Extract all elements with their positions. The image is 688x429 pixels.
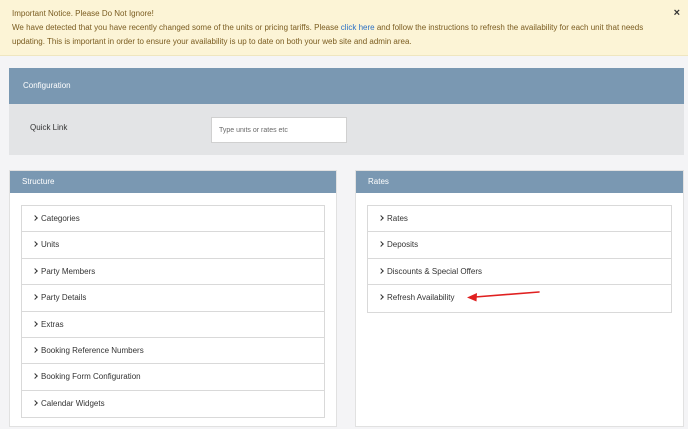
structure-item-booking-form-configuration[interactable]: Booking Form Configuration bbox=[22, 364, 324, 391]
structure-item-party-members[interactable]: Party Members bbox=[22, 258, 324, 286]
rates-header: Rates bbox=[356, 171, 683, 193]
quick-link-input[interactable] bbox=[211, 117, 347, 143]
notice-body: We have detected that you have recently … bbox=[12, 23, 643, 46]
structure-item-categories[interactable]: Categories bbox=[22, 206, 324, 233]
chevron-right-icon bbox=[378, 241, 384, 248]
notice-text-before: We have detected that you have recently … bbox=[12, 23, 341, 32]
structure-item-party-details[interactable]: Party Details bbox=[22, 285, 324, 312]
chevron-right-icon bbox=[32, 373, 38, 380]
configuration-header: Configuration bbox=[9, 68, 684, 104]
rates-item-rates[interactable]: Rates bbox=[368, 206, 671, 233]
configuration-panel: Configuration Quick Link bbox=[9, 68, 684, 155]
red-arrow-annotation bbox=[467, 291, 540, 302]
quick-link-label: Quick Link bbox=[30, 123, 68, 132]
item-label: Rates bbox=[387, 214, 408, 223]
chevron-right-icon bbox=[32, 294, 38, 301]
item-label: Refresh Availability bbox=[387, 293, 455, 303]
important-notice-banner: Important Notice. Please Do Not Ignore! … bbox=[0, 0, 688, 56]
item-label: Units bbox=[41, 240, 60, 250]
rates-item-deposits[interactable]: Deposits bbox=[368, 232, 671, 259]
chevron-right-icon bbox=[32, 241, 38, 248]
item-label: Booking Form Configuration bbox=[41, 372, 141, 382]
chevron-right-icon bbox=[32, 347, 38, 353]
click-here-link[interactable]: click here bbox=[341, 23, 375, 32]
chevron-right-icon bbox=[32, 215, 38, 221]
chevron-right-icon bbox=[32, 320, 38, 327]
chevron-right-icon bbox=[32, 267, 38, 274]
item-label: Deposits bbox=[387, 240, 419, 250]
rates-item-discounts-special-offers[interactable]: Discounts & Special Offers bbox=[368, 258, 671, 286]
structure-item-extras[interactable]: Extras bbox=[22, 311, 324, 338]
structure-panel: Structure Categories Units Party Members… bbox=[9, 170, 337, 427]
chevron-right-icon bbox=[378, 215, 384, 221]
item-label: Extras bbox=[41, 319, 64, 329]
item-label: Discounts & Special Offers bbox=[387, 266, 483, 276]
chevron-right-icon bbox=[32, 399, 38, 406]
structure-item-booking-reference-numbers[interactable]: Booking Reference Numbers bbox=[22, 337, 324, 365]
item-label: Categories bbox=[41, 214, 80, 223]
close-icon[interactable]: × bbox=[674, 6, 680, 20]
structure-header: Structure bbox=[10, 171, 336, 193]
item-label: Calendar Widgets bbox=[41, 398, 105, 408]
structure-list: Categories Units Party Members Party Det… bbox=[21, 205, 325, 419]
item-label: Party Members bbox=[41, 266, 96, 276]
notice-title: Important Notice. Please Do Not Ignore! bbox=[12, 9, 154, 18]
chevron-right-icon bbox=[378, 267, 384, 274]
item-label: Booking Reference Numbers bbox=[41, 345, 144, 355]
structure-item-calendar-widgets[interactable]: Calendar Widgets bbox=[22, 390, 324, 418]
structure-item-units[interactable]: Units bbox=[22, 232, 324, 259]
chevron-right-icon bbox=[378, 294, 384, 301]
item-label: Party Details bbox=[41, 293, 87, 303]
